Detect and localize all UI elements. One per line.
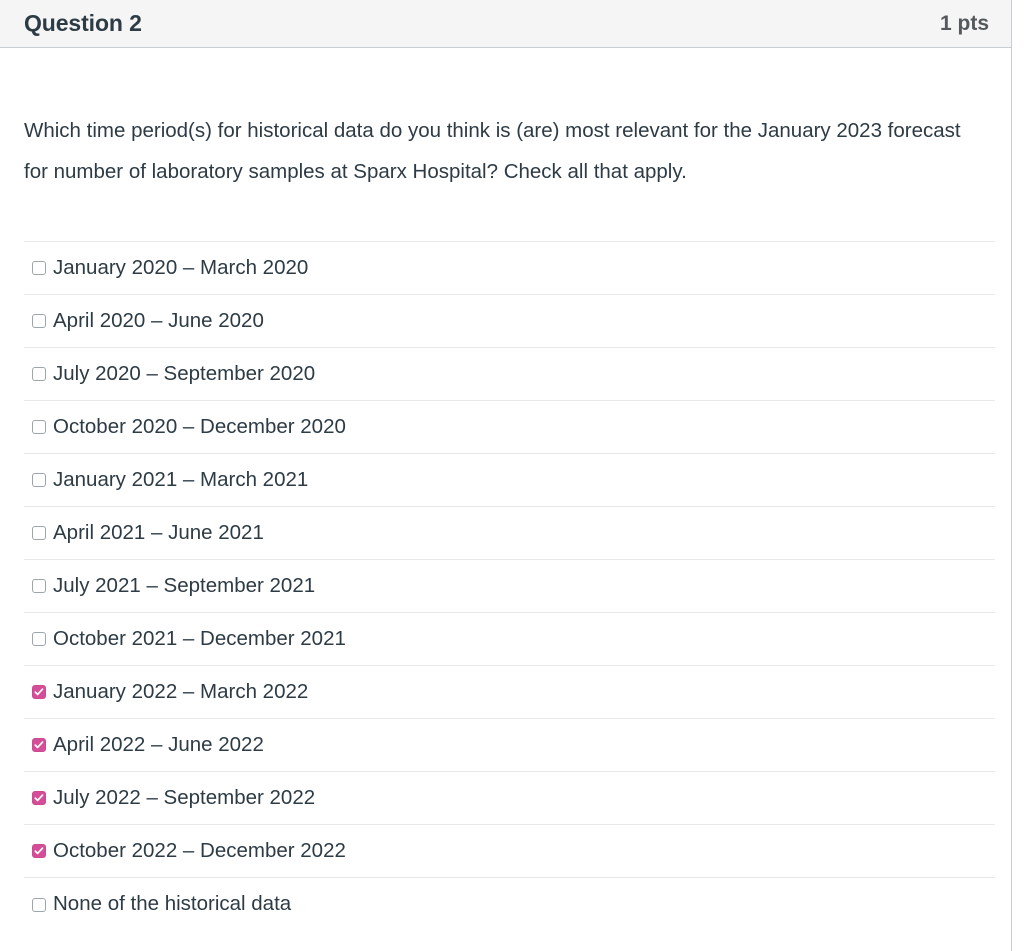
answer-options-list: January 2020 – March 2020 April 2020 – Ju… — [24, 241, 995, 931]
checkbox-checked-icon[interactable] — [32, 738, 46, 752]
answer-option-label: October 2021 – December 2021 — [53, 626, 346, 650]
answer-option-label: January 2021 – March 2021 — [53, 467, 309, 491]
answer-option-row[interactable]: October 2020 – December 2020 — [24, 401, 995, 454]
answer-option-row[interactable]: April 2022 – June 2022 — [24, 719, 995, 772]
answer-option-label: July 2022 – September 2022 — [53, 785, 316, 809]
answer-option-label: October 2022 – December 2022 — [53, 838, 346, 862]
checkbox-checked-icon[interactable] — [32, 844, 46, 858]
question-prompt-text: Which time period(s) for historical data… — [24, 119, 961, 183]
question-header: Question 2 1 pts — [0, 0, 1011, 48]
checkbox-unchecked-icon[interactable] — [32, 261, 46, 275]
checkbox-checked-icon[interactable] — [32, 685, 46, 699]
answer-option-row[interactable]: April 2021 – June 2021 — [24, 507, 995, 560]
answer-option-label: April 2021 – June 2021 — [53, 520, 264, 544]
question-points-label: 1 pts — [939, 12, 989, 35]
question-card: Question 2 1 pts Which time period(s) fo… — [0, 0, 1012, 951]
question-title: Question 2 — [24, 10, 142, 36]
question-body: Which time period(s) for historical data… — [0, 48, 1011, 931]
answer-option-row[interactable]: January 2021 – March 2021 — [24, 454, 995, 507]
answer-option-row[interactable]: July 2022 – September 2022 — [24, 772, 995, 825]
checkbox-unchecked-icon[interactable] — [32, 473, 46, 487]
answer-option-label: April 2022 – June 2022 — [53, 732, 264, 756]
checkbox-unchecked-icon[interactable] — [32, 632, 46, 646]
answer-option-row[interactable]: October 2021 – December 2021 — [24, 613, 995, 666]
answer-option-label: October 2020 – December 2020 — [53, 414, 346, 438]
checkbox-checked-icon[interactable] — [32, 791, 46, 805]
checkbox-unchecked-icon[interactable] — [32, 526, 46, 540]
answer-option-row[interactable]: July 2021 – September 2021 — [24, 560, 995, 613]
answer-option-label: July 2021 – September 2021 — [53, 573, 316, 597]
answer-option-label: None of the historical data — [53, 892, 292, 916]
answer-option-row[interactable]: October 2022 – December 2022 — [24, 825, 995, 878]
checkbox-unchecked-icon[interactable] — [32, 367, 46, 381]
answer-option-row[interactable]: January 2022 – March 2022 — [24, 666, 995, 719]
answer-option-label: January 2022 – March 2022 — [53, 679, 309, 703]
answer-option-row[interactable]: January 2020 – March 2020 — [24, 242, 995, 295]
checkbox-unchecked-icon[interactable] — [32, 420, 46, 434]
checkbox-unchecked-icon[interactable] — [32, 897, 46, 912]
checkbox-unchecked-icon[interactable] — [32, 579, 46, 593]
checkbox-unchecked-icon[interactable] — [32, 314, 46, 328]
answer-option-label: January 2020 – March 2020 — [53, 255, 309, 279]
answer-option-row[interactable]: July 2020 – September 2020 — [24, 348, 995, 401]
answer-option-row[interactable]: None of the historical data — [24, 878, 995, 931]
answer-option-row[interactable]: April 2020 – June 2020 — [24, 295, 995, 348]
answer-option-label: April 2020 – June 2020 — [53, 308, 264, 332]
answer-option-label: July 2020 – September 2020 — [53, 361, 316, 385]
